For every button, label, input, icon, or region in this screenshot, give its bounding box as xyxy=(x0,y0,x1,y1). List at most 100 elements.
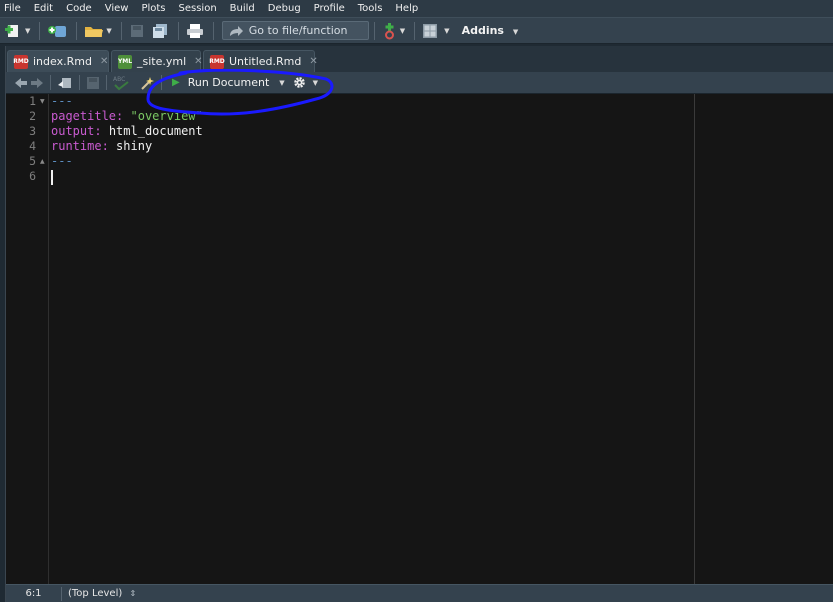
yaml-colon: : xyxy=(101,139,109,153)
goto-file-function-input[interactable]: Go to file/function xyxy=(221,21,369,40)
tab-label: _site.yml xyxy=(137,55,187,68)
menu-debug[interactable]: Debug xyxy=(268,3,301,14)
fold-arrow-icon[interactable]: ▼ xyxy=(40,98,45,105)
text-cursor xyxy=(51,170,53,185)
menu-file[interactable]: File xyxy=(4,3,21,14)
yaml-value: shiny xyxy=(116,139,153,153)
tab-index-rmd[interactable]: RMD index.Rmd ✕ xyxy=(7,50,109,72)
new-file-icon xyxy=(5,24,18,37)
version-control-button[interactable]: ▼ xyxy=(380,20,407,42)
goto-arrow-icon xyxy=(229,25,243,36)
run-document-button[interactable]: ▶ Run Document ▼ xyxy=(172,76,285,89)
grid-icon xyxy=(423,23,438,38)
menu-edit[interactable]: Edit xyxy=(34,3,53,14)
menu-view[interactable]: View xyxy=(105,3,129,14)
tab-label: index.Rmd xyxy=(33,55,92,68)
yaml-delimiter: --- xyxy=(51,154,73,168)
menu-tools[interactable]: Tools xyxy=(358,3,383,14)
document-settings-button[interactable]: ▼ xyxy=(293,76,318,89)
magic-wand-icon[interactable] xyxy=(139,75,155,91)
menu-profile[interactable]: Profile xyxy=(314,3,345,14)
print-margin xyxy=(694,94,695,584)
yaml-colon: : xyxy=(94,124,102,138)
save-icon[interactable] xyxy=(86,76,100,90)
yaml-key: output xyxy=(51,124,95,138)
status-divider xyxy=(61,586,62,601)
chevron-down-icon: ▼ xyxy=(279,78,285,87)
yaml-delimiter: --- xyxy=(51,94,73,108)
menu-session[interactable]: Session xyxy=(179,3,217,14)
open-file-button[interactable]: ▼ xyxy=(82,20,113,42)
toolbar-divider xyxy=(373,21,375,40)
code-line: --- xyxy=(51,154,73,169)
print-button[interactable] xyxy=(184,20,206,42)
fold-arrow-icon[interactable]: ▲ xyxy=(40,158,45,165)
yml-file-icon: YML xyxy=(118,54,132,69)
status-bar: 6:1 (Top Level) ⇕ xyxy=(6,584,833,602)
forward-arrow-icon[interactable] xyxy=(30,77,44,89)
line-number: 6 xyxy=(29,169,36,183)
yaml-value: "overview" xyxy=(130,109,203,123)
save-all-button[interactable] xyxy=(149,20,171,42)
git-icon xyxy=(384,22,394,39)
cursor-position: 6:1 xyxy=(25,588,42,599)
toolbar-divider xyxy=(212,21,214,40)
toolbar-divider xyxy=(106,75,107,90)
line-number: 4 xyxy=(29,139,36,153)
spellcheck-label: ABC xyxy=(113,76,125,83)
menu-help[interactable]: Help xyxy=(395,3,418,14)
menu-code[interactable]: Code xyxy=(66,3,92,14)
scope-selector[interactable]: (Top Level) ⇕ xyxy=(68,588,136,599)
spellcheck-icon[interactable]: ABC xyxy=(113,75,131,91)
chevron-down-icon: ▼ xyxy=(312,78,319,87)
line-number: 1 xyxy=(29,94,36,108)
toolbar-divider xyxy=(79,75,80,90)
rmd-file-icon: RMD xyxy=(209,54,225,69)
line-number: 5 xyxy=(29,154,36,168)
new-project-button[interactable] xyxy=(45,20,69,42)
tab-site-yml[interactable]: YML _site.yml ✕ xyxy=(111,50,203,72)
close-icon[interactable]: ✕ xyxy=(194,56,202,67)
run-document-label: Run Document xyxy=(187,76,270,89)
addins-label: Addins xyxy=(461,24,504,37)
line-number-gutter: 1 ▼ 2 3 4 5 ▲ 6 xyxy=(6,94,49,584)
goto-placeholder: Go to file/function xyxy=(248,24,348,37)
save-button[interactable] xyxy=(127,20,147,42)
chevron-down-icon: ▼ xyxy=(106,26,112,35)
close-icon[interactable]: ✕ xyxy=(309,56,317,67)
yaml-key: runtime xyxy=(51,139,102,153)
yaml-value: html_document xyxy=(108,124,203,138)
line-number: 3 xyxy=(29,124,36,138)
back-arrow-icon[interactable] xyxy=(14,77,28,89)
source-pane: RMD index.Rmd ✕ YML _site.yml ✕ RMD Unti… xyxy=(5,46,833,602)
toolbar-divider xyxy=(161,75,162,90)
new-project-icon xyxy=(48,25,67,37)
chevron-down-icon: ▼ xyxy=(399,26,406,35)
code-line: runtime: shiny xyxy=(51,139,152,154)
gear-icon xyxy=(293,77,305,88)
show-in-window-icon[interactable] xyxy=(57,76,73,90)
editor-tab-bar: RMD index.Rmd ✕ YML _site.yml ✕ RMD Unti… xyxy=(6,46,833,72)
save-all-icon xyxy=(152,23,167,38)
updown-icon: ⇕ xyxy=(129,589,137,598)
print-icon xyxy=(186,23,203,38)
line-number: 2 xyxy=(29,109,36,123)
menu-plots[interactable]: Plots xyxy=(141,3,165,14)
code-line: pagetitle: "overview" xyxy=(51,109,203,124)
rmd-file-icon: RMD xyxy=(13,54,29,69)
toolbar-divider xyxy=(177,21,179,40)
scope-label: (Top Level) xyxy=(68,588,123,599)
menu-build[interactable]: Build xyxy=(230,3,255,14)
close-icon[interactable]: ✕ xyxy=(100,56,108,67)
new-file-button[interactable]: ▼ xyxy=(3,20,32,42)
addins-menu[interactable]: Addins ▼ xyxy=(462,24,519,37)
pane-layout-button[interactable]: ▼ xyxy=(420,20,451,42)
folder-icon xyxy=(85,26,104,37)
menu-bar: File Edit Code View Plots Session Build … xyxy=(0,0,833,17)
tab-untitled-rmd[interactable]: RMD Untitled.Rmd ✕ xyxy=(203,50,318,72)
save-icon xyxy=(130,24,143,37)
code-line: --- xyxy=(51,94,73,109)
code-editor[interactable]: 1 ▼ 2 3 4 5 ▲ 6 --- pagetitle: "overview… xyxy=(6,94,833,584)
toolbar-divider xyxy=(414,21,416,40)
code-line: output: html_document xyxy=(51,124,203,139)
